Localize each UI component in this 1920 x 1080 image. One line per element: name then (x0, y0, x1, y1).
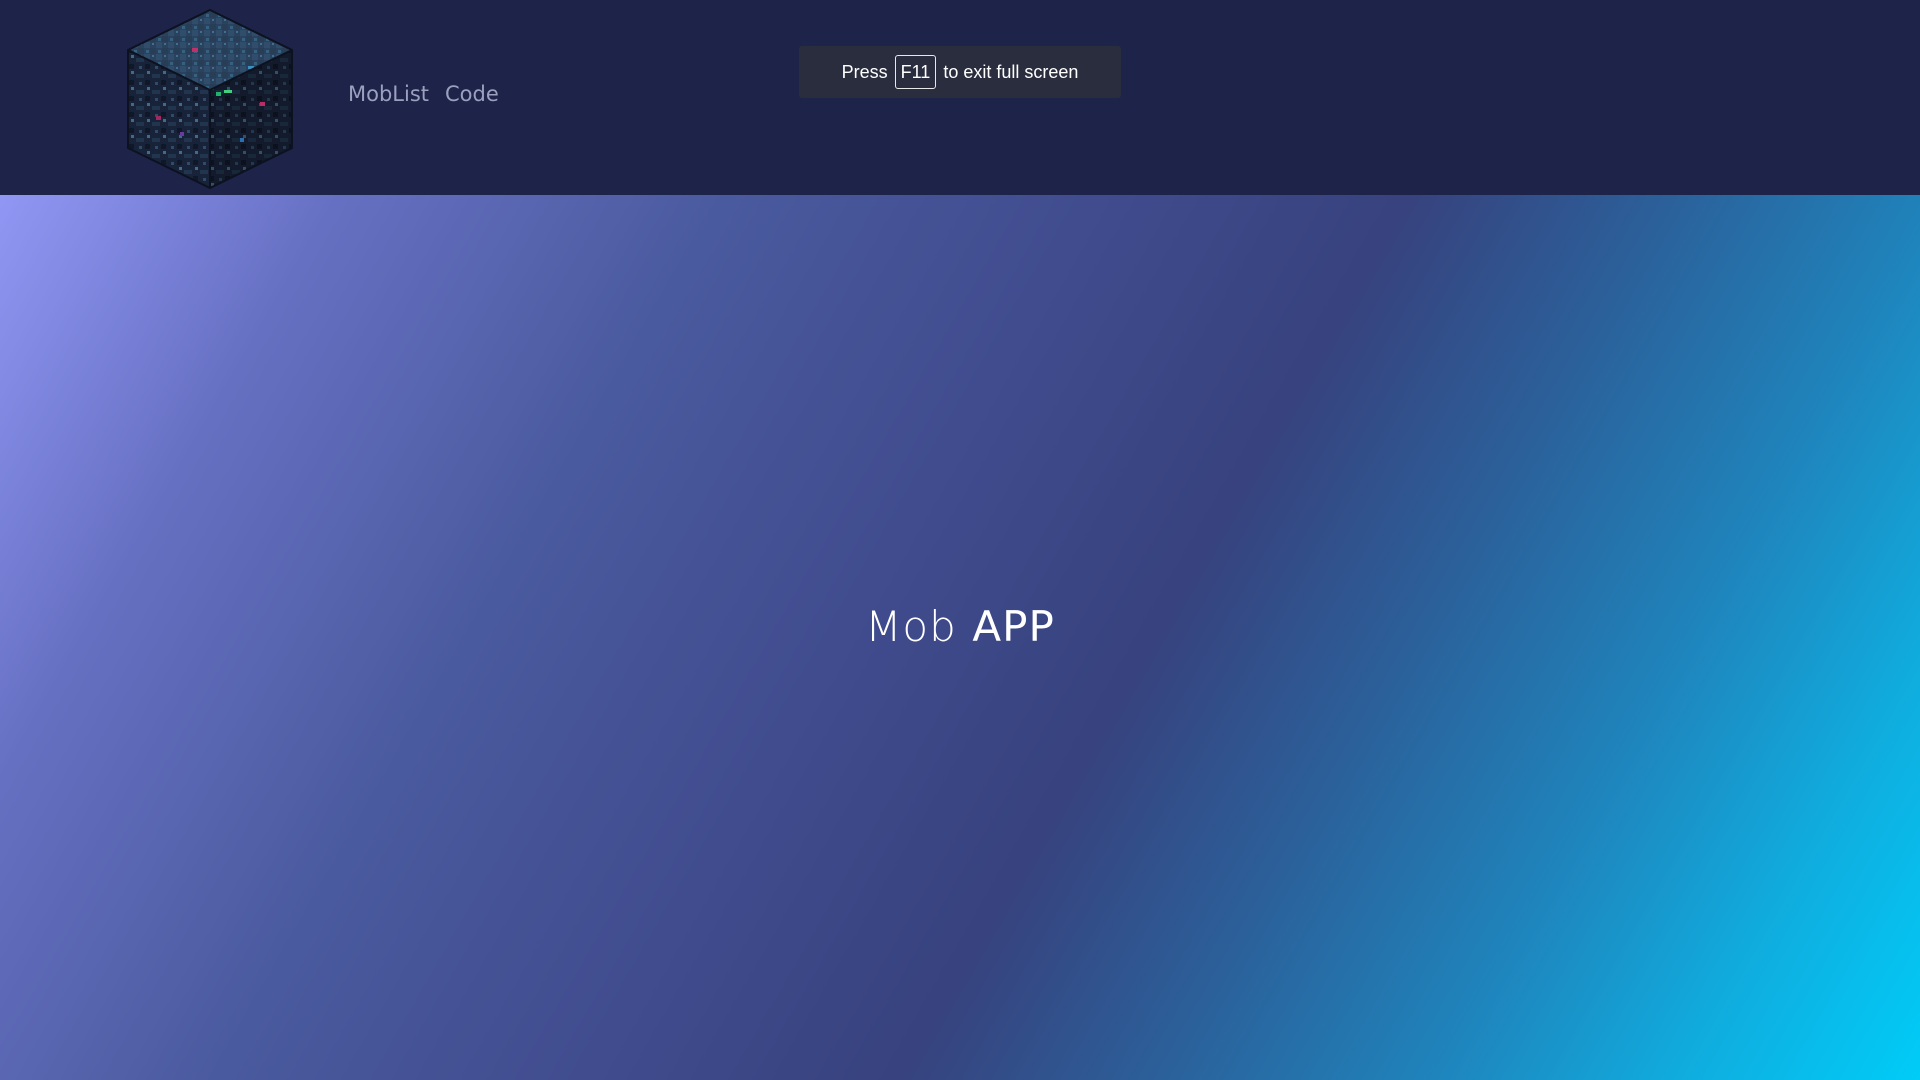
hero-title-prefix: Mob (865, 602, 957, 651)
toast-key: F11 (894, 55, 937, 89)
toast-prefix: Press (841, 61, 888, 82)
hero-title: Mob APP (0, 602, 1920, 651)
toast-suffix: to exit full screen (943, 61, 1079, 82)
page: MobList Code Mob APP Press F11 to exit f… (0, 0, 1920, 1080)
hero-section: Mob APP (0, 195, 1920, 1080)
nav-link-moblist[interactable]: MobList (348, 82, 429, 106)
nav-links: MobList Code (348, 82, 499, 106)
nav-link-code[interactable]: Code (445, 82, 499, 106)
fullscreen-toast: Press F11 to exit full screen (799, 46, 1121, 98)
ore-block-cube-icon[interactable] (120, 6, 300, 191)
hero-title-main: APP (972, 602, 1055, 651)
